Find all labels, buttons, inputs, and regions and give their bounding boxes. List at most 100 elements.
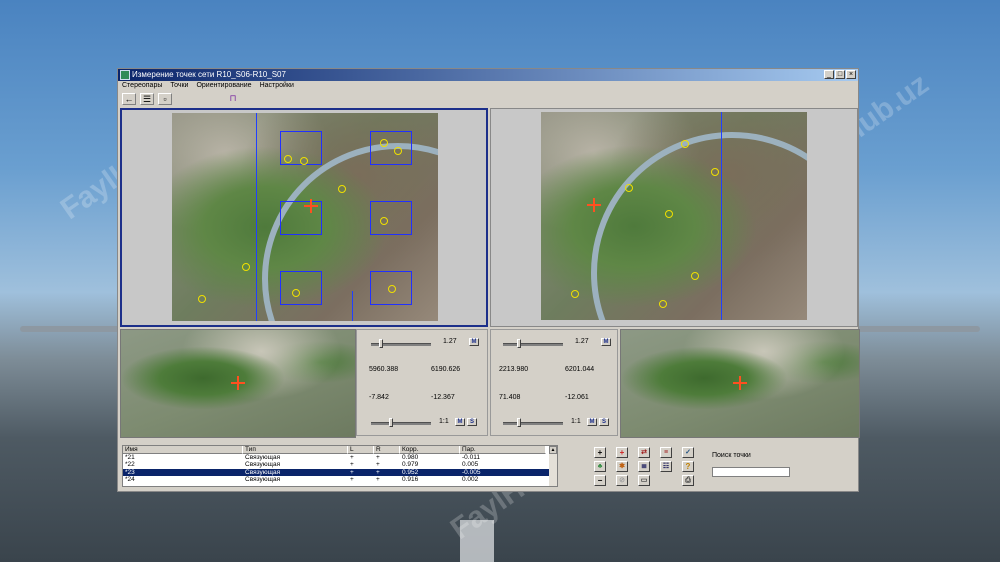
right-zoom-view[interactable] xyxy=(620,329,860,438)
star-icon[interactable]: ✱ xyxy=(616,461,628,472)
column-l[interactable]: L xyxy=(348,446,374,454)
cell-corr: 0.979 xyxy=(402,461,419,469)
cursor-crosshair xyxy=(231,376,245,390)
plus-red-icon[interactable]: + xyxy=(616,447,628,458)
table-scrollbar[interactable]: ▲ xyxy=(549,446,557,486)
coord-y: 6201.044 xyxy=(565,366,595,373)
menu-points[interactable]: Точки xyxy=(170,81,188,91)
zoom-slider-thumb[interactable] xyxy=(517,339,521,348)
print-icon[interactable]: ⎙ xyxy=(682,475,694,486)
tie-point[interactable] xyxy=(300,157,308,165)
zoom-slider-thumb[interactable] xyxy=(379,339,383,348)
left-zoom-view[interactable] xyxy=(120,329,356,438)
column-type[interactable]: Тип xyxy=(243,446,348,454)
minimize-button[interactable]: _ xyxy=(824,70,834,79)
column-name[interactable]: Имя xyxy=(123,446,243,454)
tie-point[interactable] xyxy=(380,217,388,225)
zoom-slider[interactable] xyxy=(503,343,563,346)
table-header: Имя Тип L R Корр. Пар. xyxy=(123,446,557,454)
right-controls-panel: 1.27 M 2213.980 6201.044 71.408 -12.061 … xyxy=(490,329,618,436)
check-list-icon[interactable]: ✓ xyxy=(682,447,694,458)
tie-point[interactable] xyxy=(711,168,719,176)
tree-icon[interactable]: ♣ xyxy=(594,461,606,472)
table-row[interactable]: *22 Связующая + + 0.979 0.005 xyxy=(123,461,557,469)
tie-point[interactable] xyxy=(394,147,402,155)
tie-point[interactable] xyxy=(665,210,673,218)
chart-icon[interactable]: ⊓ xyxy=(226,93,240,105)
close-button[interactable]: × xyxy=(846,70,856,79)
tie-point[interactable] xyxy=(284,155,292,163)
tie-point[interactable] xyxy=(659,300,667,308)
image-move-icon[interactable]: ⇄ xyxy=(638,447,650,458)
search-label: Поиск точки xyxy=(712,452,751,459)
scroll-up-icon[interactable]: ▲ xyxy=(549,446,557,454)
cell-type: Связующая xyxy=(245,468,281,476)
m-button[interactable]: M xyxy=(587,418,597,426)
tie-point[interactable] xyxy=(338,185,346,193)
cell-name: *22 xyxy=(125,461,135,469)
grid-icon[interactable]: ▫ xyxy=(158,93,172,105)
cell-l: + xyxy=(350,468,354,476)
minus-icon[interactable]: − xyxy=(594,475,606,486)
tie-point[interactable] xyxy=(571,290,579,298)
tie-point[interactable] xyxy=(242,263,250,271)
m-button[interactable]: M xyxy=(469,338,479,346)
cell-par: 0.005 xyxy=(462,461,479,469)
menu-orientation[interactable]: Ориентирование xyxy=(196,81,251,91)
search-input[interactable] xyxy=(712,467,790,477)
tie-point[interactable] xyxy=(292,289,300,297)
measure-box[interactable] xyxy=(370,201,412,235)
tie-point[interactable] xyxy=(625,184,633,192)
column-corr[interactable]: Корр. xyxy=(400,446,460,454)
plus-icon[interactable]: + xyxy=(594,447,606,458)
image-list-icon[interactable]: ≡ xyxy=(660,447,672,458)
layers-list-icon[interactable]: ☷ xyxy=(660,461,672,472)
image-small-icon[interactable]: ▭ xyxy=(638,475,650,486)
help-icon[interactable]: ? xyxy=(682,461,694,472)
cell-l: + xyxy=(350,453,354,461)
cell-r: + xyxy=(376,468,380,476)
app-icon xyxy=(120,70,130,80)
s-button[interactable]: S xyxy=(599,418,609,426)
cell-corr: 0.952 xyxy=(402,468,419,476)
m-button[interactable]: M xyxy=(455,418,465,426)
m-button[interactable]: M xyxy=(601,338,611,346)
window-title: Измерение точек сети R10_S06-R10_S07 xyxy=(132,70,286,79)
left-aerial-image[interactable] xyxy=(172,113,438,321)
coord-z: 71.408 xyxy=(499,394,521,401)
cell-r: + xyxy=(376,461,380,469)
table-row[interactable]: *21 Связующая + + 0.980 -0.011 xyxy=(123,454,557,462)
menu-stereopairs[interactable]: Стереопары xyxy=(122,81,162,91)
points-table[interactable]: Имя Тип L R Корр. Пар. *21 Связующая + +… xyxy=(122,445,558,487)
column-par[interactable]: Пар. xyxy=(460,446,546,454)
tie-point[interactable] xyxy=(691,272,699,280)
scale-slider[interactable] xyxy=(371,422,431,425)
right-overview-panel[interactable] xyxy=(490,108,858,327)
coord-x: 2213.980 xyxy=(499,366,529,373)
column-r[interactable]: R xyxy=(374,446,400,454)
s-button[interactable]: S xyxy=(467,418,477,426)
arrow-left-icon[interactable]: ← xyxy=(122,93,136,105)
tie-point[interactable] xyxy=(380,139,388,147)
measure-box[interactable] xyxy=(370,131,412,165)
scale-slider-thumb[interactable] xyxy=(389,418,393,427)
coord-x: 5960.388 xyxy=(369,366,399,373)
tie-point[interactable] xyxy=(198,295,206,303)
right-aerial-image[interactable] xyxy=(541,112,807,320)
scale-slider-thumb[interactable] xyxy=(517,418,521,427)
left-controls-panel: 1.27 M 5960.388 6190.626 -7.842 -12.367 … xyxy=(356,329,488,436)
scale-slider[interactable] xyxy=(503,422,563,425)
menu-settings[interactable]: Настройки xyxy=(260,81,294,91)
table-row[interactable]: *24 Связующая + + 0.916 0.002 xyxy=(123,476,557,484)
measure-box[interactable] xyxy=(280,271,322,305)
cell-r: + xyxy=(376,476,380,484)
tie-point[interactable] xyxy=(681,140,689,148)
left-overview-panel[interactable] xyxy=(120,108,488,327)
layers-icon[interactable]: ≣ xyxy=(638,461,650,472)
cell-type: Связующая xyxy=(245,461,281,469)
table-row-selected[interactable]: *23 Связующая + + 0.952 -0.005 xyxy=(123,468,557,477)
list-icon[interactable]: ☰ xyxy=(140,93,154,105)
cell-l: + xyxy=(350,461,354,469)
tie-point[interactable] xyxy=(388,285,396,293)
maximize-button[interactable]: □ xyxy=(835,70,845,79)
